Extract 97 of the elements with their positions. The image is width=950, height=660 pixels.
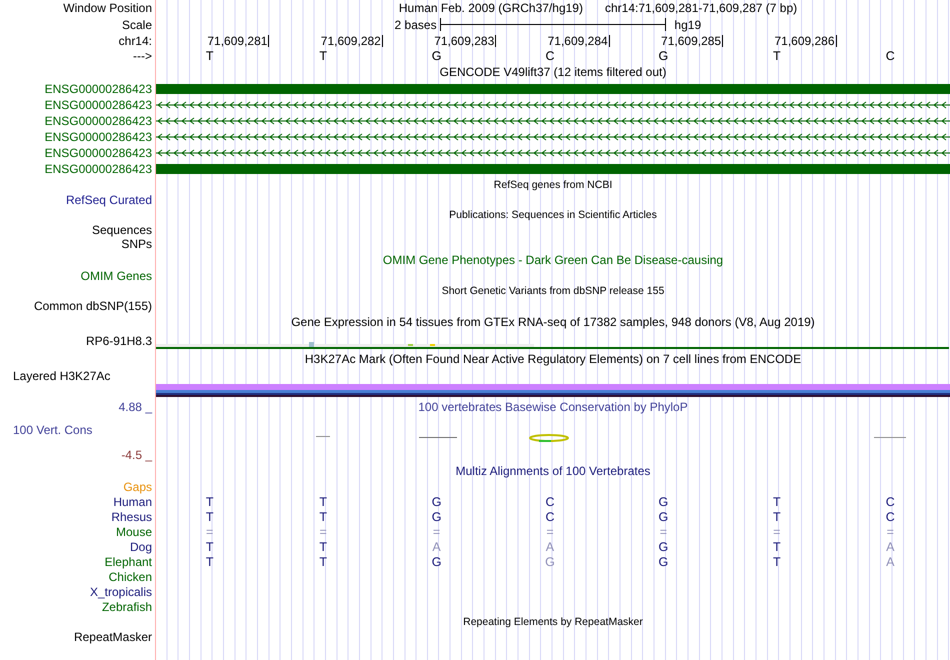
row-label: chr14: bbox=[118, 34, 152, 48]
assembly-label: hg19 bbox=[674, 18, 702, 32]
base-letter: T bbox=[319, 494, 328, 508]
base-letter: T bbox=[206, 510, 215, 524]
base-letter: C bbox=[886, 49, 896, 63]
base-letter: C bbox=[545, 49, 556, 63]
scale-length: 2 bases bbox=[394, 18, 437, 32]
base-letter: T bbox=[773, 49, 782, 63]
base-letter: C bbox=[886, 510, 896, 524]
track-label[interactable]: Rhesus bbox=[111, 510, 152, 524]
position-label: 71,609,282 bbox=[320, 34, 381, 48]
track-label[interactable]: Chicken bbox=[108, 570, 152, 584]
position-label: 71,609,283 bbox=[434, 34, 494, 48]
base-letter: T bbox=[773, 554, 782, 568]
track-label[interactable]: 100 Vert. Cons bbox=[13, 423, 92, 437]
base-letter: = bbox=[773, 524, 782, 538]
base-letter: G bbox=[658, 494, 670, 508]
base-letter: G bbox=[658, 49, 670, 63]
track-label[interactable]: Zebrafish bbox=[102, 600, 152, 614]
tick-mark bbox=[268, 35, 270, 47]
track-label[interactable]: X_tropicalis bbox=[90, 584, 152, 598]
base-letter: T bbox=[319, 49, 328, 63]
base-letter: G bbox=[432, 49, 442, 63]
base-letter: G bbox=[432, 494, 442, 508]
track-title: GENCODE V49lift37 (12 items filtered out) bbox=[440, 65, 666, 79]
base-letter: T bbox=[206, 494, 215, 508]
position-label: 71,609,285 bbox=[661, 34, 722, 48]
base-letter: G bbox=[658, 510, 670, 524]
track-label[interactable]: ENSG00000286423 bbox=[44, 82, 152, 96]
base-letter: = bbox=[660, 524, 668, 538]
position-label: 71,609,281 bbox=[207, 34, 268, 48]
track-label[interactable]: 4.88 _ bbox=[118, 400, 152, 414]
base-letter: A bbox=[886, 554, 896, 568]
base-letter: G bbox=[658, 540, 670, 554]
base-letter: T bbox=[319, 510, 328, 524]
track-label[interactable]: Elephant bbox=[104, 554, 152, 568]
base-letter: T bbox=[319, 554, 328, 568]
track-label[interactable]: ENSG00000286423 bbox=[44, 130, 152, 144]
track-label[interactable]: Mouse bbox=[116, 524, 152, 538]
track-label[interactable]: OMIM Genes bbox=[80, 269, 152, 283]
base-letter: G bbox=[432, 554, 442, 568]
position-label: 71,609,286 bbox=[774, 34, 835, 48]
base-letter: T bbox=[773, 540, 782, 554]
assembly-title: Human Feb. 2009 (GRCh37/hg19) bbox=[398, 1, 583, 15]
base-letter: G bbox=[658, 554, 670, 568]
track-label[interactable]: ENSG00000286423 bbox=[44, 114, 152, 128]
base-letter: G bbox=[545, 554, 556, 568]
position-label: 71,609,284 bbox=[548, 34, 608, 48]
base-letter: = bbox=[319, 524, 328, 538]
track-label[interactable]: Human bbox=[113, 494, 152, 508]
strand-label: ---> bbox=[133, 49, 152, 63]
track-label[interactable]: ENSG00000286423 bbox=[44, 162, 152, 176]
track-label[interactable]: ENSG00000286423 bbox=[44, 98, 152, 112]
row-label: Window Position bbox=[63, 1, 152, 15]
base-letter: T bbox=[773, 510, 782, 524]
track-label[interactable]: Dog bbox=[130, 540, 152, 554]
track-title: 100 vertebrates Basewise Conservation by PhyloP bbox=[418, 400, 688, 414]
base-letter: T bbox=[206, 49, 215, 63]
base-letter: C bbox=[886, 494, 896, 508]
track-title: Multiz Alignments of 100 Vertebrates bbox=[456, 464, 650, 478]
track-title: RefSeq genes from NCBI bbox=[494, 179, 612, 191]
track-label[interactable]: RepeatMasker bbox=[74, 630, 152, 644]
base-letter: C bbox=[545, 494, 556, 508]
tick-mark bbox=[608, 35, 610, 47]
tick-mark bbox=[495, 35, 496, 47]
tick-mark bbox=[382, 35, 383, 47]
track-title: Publications: Sequences in Scientific Articles bbox=[449, 209, 657, 221]
track-label[interactable]: RP6-91H8.3 bbox=[86, 334, 152, 348]
track-label[interactable]: -4.5 _ bbox=[121, 448, 152, 462]
base-letter: T bbox=[206, 554, 215, 568]
base-letter: T bbox=[319, 540, 328, 554]
track-title: H3K27Ac Mark (Often Found Near Active Regulatory Elements) on 7 cell lines from ENCODE bbox=[304, 352, 802, 366]
tick-mark bbox=[722, 35, 724, 47]
base-letter: A bbox=[546, 540, 556, 554]
track-label[interactable]: RefSeq Curated bbox=[66, 193, 152, 207]
track-label[interactable]: Common dbSNP(155) bbox=[34, 299, 152, 313]
track-label[interactable]: Layered H3K27Ac bbox=[13, 369, 110, 383]
base-letter: A bbox=[886, 540, 896, 554]
base-letter: C bbox=[545, 510, 556, 524]
base-letter: T bbox=[773, 494, 782, 508]
tick-mark bbox=[836, 35, 837, 47]
track-label[interactable]: SNPs bbox=[121, 237, 152, 251]
track-title: Gene Expression in 54 tissues from GTEx RNA-seq of 17382 samples, 948 donors (V8, Aug 2019) bbox=[291, 315, 815, 329]
base-letter: G bbox=[432, 510, 442, 524]
base-letter: = bbox=[886, 524, 895, 538]
track-title: Repeating Elements by RepeatMasker bbox=[463, 616, 643, 628]
base-letter: = bbox=[432, 524, 442, 538]
base-letter: = bbox=[206, 524, 214, 538]
row-label: Scale bbox=[122, 18, 152, 32]
track-label[interactable]: ENSG00000286423 bbox=[44, 146, 152, 160]
track-title: Short Genetic Variants from dbSNP release 155 bbox=[442, 285, 664, 297]
base-letter: = bbox=[546, 524, 555, 538]
track-label[interactable]: Sequences bbox=[92, 223, 152, 237]
position-text: chr14:71,609,281-71,609,287 (7 bp) bbox=[604, 1, 798, 15]
base-letter: A bbox=[432, 540, 442, 554]
track-title: OMIM Gene Phenotypes - Dark Green Can Be Disease-causing bbox=[382, 253, 724, 267]
base-letter: T bbox=[206, 540, 215, 554]
